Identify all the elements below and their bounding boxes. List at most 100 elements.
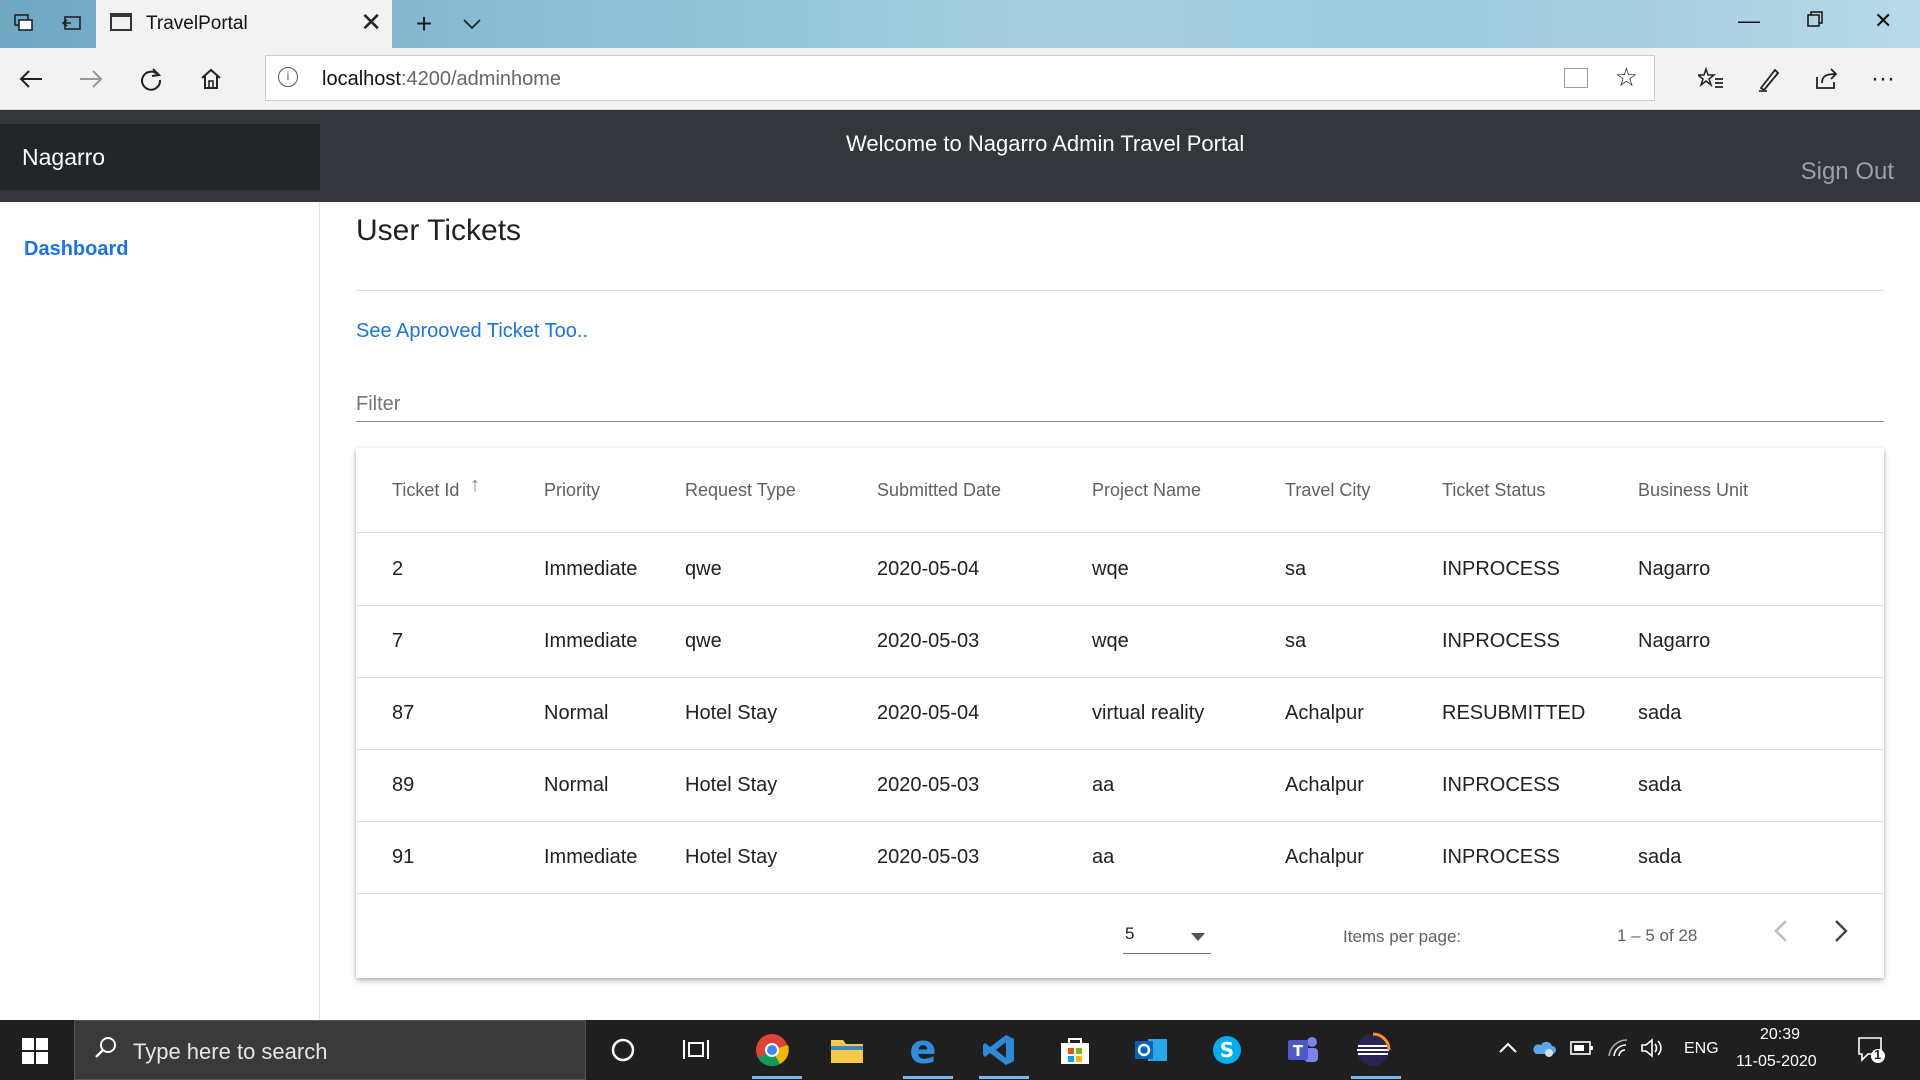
browser-nav-bar: i localhost:4200/adminhome ☆ ··· <box>0 48 1920 110</box>
table-row[interactable]: 87 Normal Hotel Stay 2020-05-04 virtual … <box>356 678 1884 750</box>
cell-request-type: Hotel Stay <box>685 774 778 796</box>
table-row[interactable]: 7 Immediate qwe 2020-05-03 wqe sa INPROC… <box>356 606 1884 678</box>
tab-manager-icon[interactable] <box>10 10 38 38</box>
cell-submitted-date: 2020-05-04 <box>877 558 980 580</box>
reading-view-icon[interactable] <box>1564 68 1588 88</box>
taskbar-search-box[interactable]: Type here to search <box>74 1020 586 1080</box>
cell-project-name: wqe <box>1092 630 1129 652</box>
svg-text:S: S <box>1220 1038 1234 1062</box>
language-indicator[interactable]: ENG <box>1684 1040 1719 1058</box>
minimize-icon[interactable]: — <box>1738 8 1760 34</box>
range-label: 1 – 5 of 28 <box>1617 926 1698 945</box>
cell-ticket-id: 87 <box>392 702 415 724</box>
clock-date[interactable]: 11-05-2020 <box>1736 1053 1817 1071</box>
cell-ticket-id: 2 <box>392 558 404 580</box>
sort-ascending-icon[interactable]: ↑ <box>470 474 480 497</box>
skype-icon[interactable]: S <box>1207 1030 1247 1070</box>
cell-ticket-id: 91 <box>392 846 415 868</box>
table-row[interactable]: 2 Immediate qwe 2020-05-04 wqe sa INPROC… <box>356 534 1884 606</box>
sidebar: Dashboard <box>0 202 320 1020</box>
table-row[interactable]: 89 Normal Hotel Stay 2020-05-03 aa Achal… <box>356 750 1884 822</box>
site-info-icon[interactable]: i <box>278 67 298 87</box>
cell-travel-city: sa <box>1285 630 1307 652</box>
edge-icon[interactable]: e <box>903 1027 943 1073</box>
cell-travel-city: Achalpur <box>1285 846 1364 868</box>
cell-ticket-id: 7 <box>392 630 404 652</box>
address-bar[interactable]: i localhost:4200/adminhome ☆ <box>265 55 1655 101</box>
close-window-icon[interactable]: ✕ <box>1874 8 1892 34</box>
svg-text:T: T <box>1293 1042 1304 1060</box>
share-icon[interactable] <box>1810 62 1844 96</box>
cell-request-type: Hotel Stay <box>685 846 778 868</box>
clock-time[interactable]: 20:39 <box>1760 1026 1800 1044</box>
active-app-indicator <box>903 1076 953 1079</box>
chrome-icon[interactable] <box>752 1030 792 1070</box>
cell-request-type: Hotel Stay <box>685 702 778 724</box>
tab-title: TravelPortal <box>146 13 248 34</box>
cell-project-name: virtual reality <box>1092 702 1205 724</box>
outlook-icon[interactable] <box>1131 1030 1171 1070</box>
close-tab-icon[interactable]: ✕ <box>360 8 382 36</box>
sidebar-item-dashboard[interactable]: Dashboard <box>24 238 128 261</box>
cell-ticket-status: INPROCESS <box>1442 846 1560 868</box>
cell-business-unit: sada <box>1638 702 1682 724</box>
task-view-icon[interactable] <box>676 1030 716 1070</box>
teams-icon[interactable]: T <box>1283 1030 1323 1070</box>
dropdown-caret-icon <box>1191 933 1205 941</box>
favorites-list-icon[interactable] <box>1694 62 1728 96</box>
vscode-icon[interactable] <box>979 1030 1019 1070</box>
cell-request-type: qwe <box>685 630 722 652</box>
cell-submitted-date: 2020-05-03 <box>877 630 980 652</box>
cell-submitted-date: 2020-05-03 <box>877 774 980 796</box>
items-per-page-label: Items per page: <box>1343 927 1462 946</box>
cortana-icon[interactable] <box>603 1030 643 1070</box>
notification-center-icon[interactable] <box>1856 1034 1886 1069</box>
previous-page-icon[interactable] <box>1772 914 1790 953</box>
brand-name: Nagarro <box>22 144 106 170</box>
browser-tab-travelportal[interactable]: TravelPortal ✕ <box>96 0 392 48</box>
active-app-indicator <box>752 1076 802 1079</box>
url-text[interactable]: localhost:4200/adminhome <box>322 68 561 91</box>
volume-icon[interactable] <box>1640 1038 1666 1063</box>
tab-preview-chevron-icon[interactable] <box>458 10 486 38</box>
sign-out-link[interactable]: Sign Out <box>1801 158 1894 186</box>
cell-submitted-date: 2020-05-04 <box>877 702 980 724</box>
active-app-indicator <box>979 1076 1029 1079</box>
forward-icon[interactable] <box>74 62 108 96</box>
onedrive-icon[interactable] <box>1530 1038 1556 1063</box>
next-page-icon[interactable] <box>1832 914 1850 953</box>
browser-tab-strip: TravelPortal ✕ + — ✕ <box>0 0 1920 48</box>
approved-tickets-link[interactable]: See Aprooved Ticket Too.. <box>356 320 588 343</box>
show-hidden-icons-icon[interactable] <box>1498 1038 1518 1059</box>
store-icon[interactable] <box>1055 1030 1095 1070</box>
set-tabs-aside-icon[interactable] <box>58 10 86 38</box>
items-per-page-select[interactable]: 5 <box>1123 924 1211 954</box>
home-icon[interactable] <box>194 62 228 96</box>
column-header-travel-city: Travel City <box>1285 480 1371 500</box>
eclipse-icon[interactable] <box>1353 1030 1393 1070</box>
column-header-ticket-id[interactable]: Ticket Id <box>392 480 459 501</box>
windows-start-icon[interactable] <box>22 1038 48 1064</box>
file-explorer-icon[interactable] <box>827 1030 867 1070</box>
new-tab-icon[interactable]: + <box>410 8 438 39</box>
cell-project-name: aa <box>1092 774 1115 796</box>
back-icon[interactable] <box>14 62 48 96</box>
column-header-priority: Priority <box>544 480 601 500</box>
battery-icon[interactable] <box>1570 1040 1594 1061</box>
more-options-icon[interactable]: ··· <box>1866 62 1900 96</box>
welcome-text: Welcome to Nagarro Admin Travel Portal <box>846 131 1245 156</box>
favorite-star-icon[interactable]: ☆ <box>1615 62 1638 93</box>
brand-block[interactable]: Nagarro <box>0 124 320 190</box>
cell-business-unit: Nagarro <box>1638 558 1711 580</box>
column-header-project-name: Project Name <box>1092 480 1202 500</box>
table-row[interactable]: 91 Immediate Hotel Stay 2020-05-03 aa Ac… <box>356 822 1884 894</box>
filter-input[interactable] <box>356 388 1884 422</box>
cell-priority: Immediate <box>544 630 638 652</box>
pen-icon[interactable] <box>1752 62 1786 96</box>
cell-business-unit: Nagarro <box>1638 630 1711 652</box>
wifi-icon[interactable] <box>1606 1038 1630 1063</box>
refresh-icon[interactable] <box>134 62 168 96</box>
column-header-business-unit: Business Unit <box>1638 480 1749 500</box>
restore-icon[interactable] <box>1806 8 1824 34</box>
cell-travel-city: Achalpur <box>1285 774 1364 796</box>
